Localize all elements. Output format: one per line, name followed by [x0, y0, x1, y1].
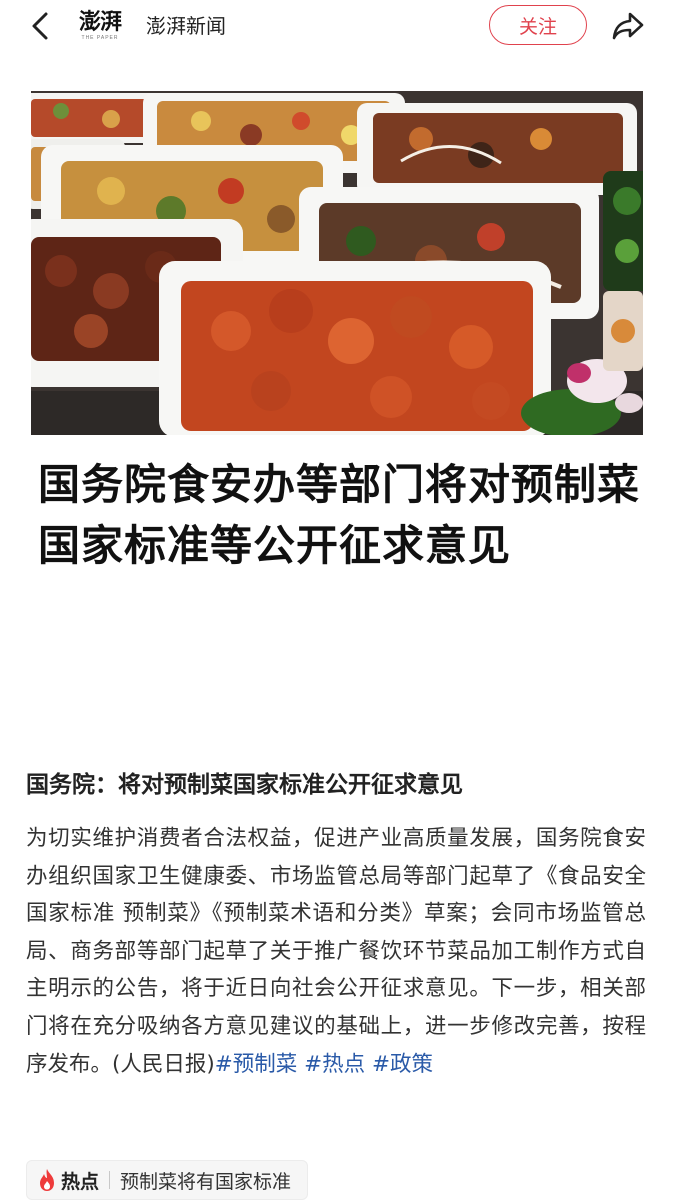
hashtag-hot[interactable]: #热点: [304, 1052, 365, 1077]
logo-text: 澎湃: [78, 9, 122, 35]
source-logo[interactable]: 澎湃 THE PAPER: [72, 4, 128, 48]
post-body-text: 为切实维护消费者合法权益，促进产业高质量发展，国务院食安办组织国家卫生健康委、市…: [26, 826, 646, 1077]
hot-topic-text: 预制菜将有国家标准: [120, 1170, 292, 1193]
logo-subtext: THE PAPER: [81, 35, 119, 41]
share-button[interactable]: [608, 7, 648, 45]
hot-label: 热点: [61, 1170, 100, 1193]
article-headline[interactable]: 国务院食安办等部门将对预制菜国家标准等公开征求意见: [38, 454, 642, 576]
source-name[interactable]: 澎湃新闻: [146, 12, 226, 40]
chip-divider: [109, 1171, 111, 1189]
hero-image[interactable]: [31, 91, 643, 435]
follow-button[interactable]: 关注: [489, 5, 587, 45]
flame-icon: [40, 1169, 54, 1191]
post-title: 国务院：将对预制菜国家标准公开征求意见: [26, 772, 463, 798]
back-button[interactable]: [22, 8, 58, 44]
post-body: 为切实维护消费者合法权益，促进产业高质量发展，国务院食安办组织国家卫生健康委、市…: [26, 820, 646, 1083]
share-arrow-icon: [612, 12, 644, 40]
hashtag-prepared-food[interactable]: #预制菜: [215, 1052, 298, 1077]
prepared-meals-photo: [31, 91, 643, 435]
hashtag-policy[interactable]: #政策: [372, 1052, 433, 1077]
top-bar: 澎湃 THE PAPER 澎湃新闻 关注: [0, 0, 674, 52]
hot-topic-chip[interactable]: 热点 预制菜将有国家标准: [26, 1160, 309, 1200]
chevron-left-icon: [32, 12, 48, 40]
